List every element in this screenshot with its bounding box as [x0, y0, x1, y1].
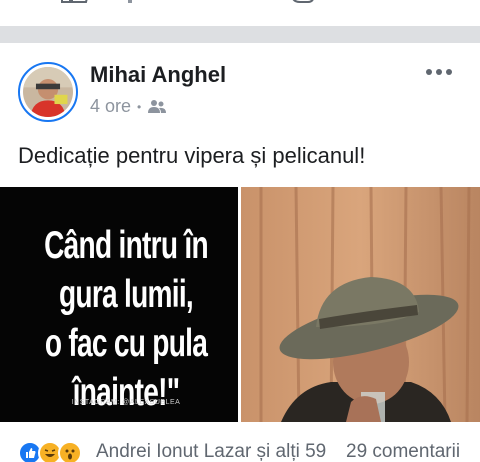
- meme-credit: INSTAGRAM: @ALEXSUBLEA: [71, 399, 181, 406]
- more-options-button[interactable]: [426, 64, 456, 80]
- meme-quote-line: Când intru în: [44, 224, 209, 267]
- author-avatar[interactable]: [18, 62, 78, 122]
- meme-quote-line: o fac cu pula: [44, 322, 208, 365]
- post-text: Dedicație pentru vipera și pelicanul!: [18, 143, 366, 168]
- meme-quote: Când intru în gura lumii, o fac cu pula …: [32, 221, 219, 417]
- wow-icon: [58, 441, 82, 462]
- divider: [128, 0, 132, 3]
- friends-icon[interactable]: [147, 99, 167, 115]
- meme-quote-line: gura lumii,: [58, 273, 194, 316]
- reactions-icons[interactable]: [18, 440, 82, 462]
- reactions-summary[interactable]: Andrei Ionut Lazar și alți 59: [96, 441, 326, 462]
- meme-quote-line: înainte!": [72, 371, 180, 414]
- like-icon[interactable]: [60, 0, 90, 8]
- post-meta: 4 ore •: [90, 96, 167, 117]
- post-image-right[interactable]: [241, 187, 480, 422]
- more-icon-dot: [436, 69, 442, 75]
- comments-count[interactable]: 29 comentarii: [346, 441, 460, 462]
- more-icon-dot: [446, 69, 452, 75]
- previous-post-action-bar: [0, 0, 480, 26]
- post-time[interactable]: 4 ore: [90, 96, 131, 117]
- meta-separator: •: [137, 99, 142, 114]
- post-image-left[interactable]: Când intru în gura lumii, o fac cu pula …: [0, 187, 238, 422]
- comment-icon[interactable]: [290, 0, 316, 8]
- feed-separator: [0, 26, 480, 43]
- more-icon-dot: [426, 69, 432, 75]
- author-name[interactable]: Mihai Anghel: [90, 62, 226, 88]
